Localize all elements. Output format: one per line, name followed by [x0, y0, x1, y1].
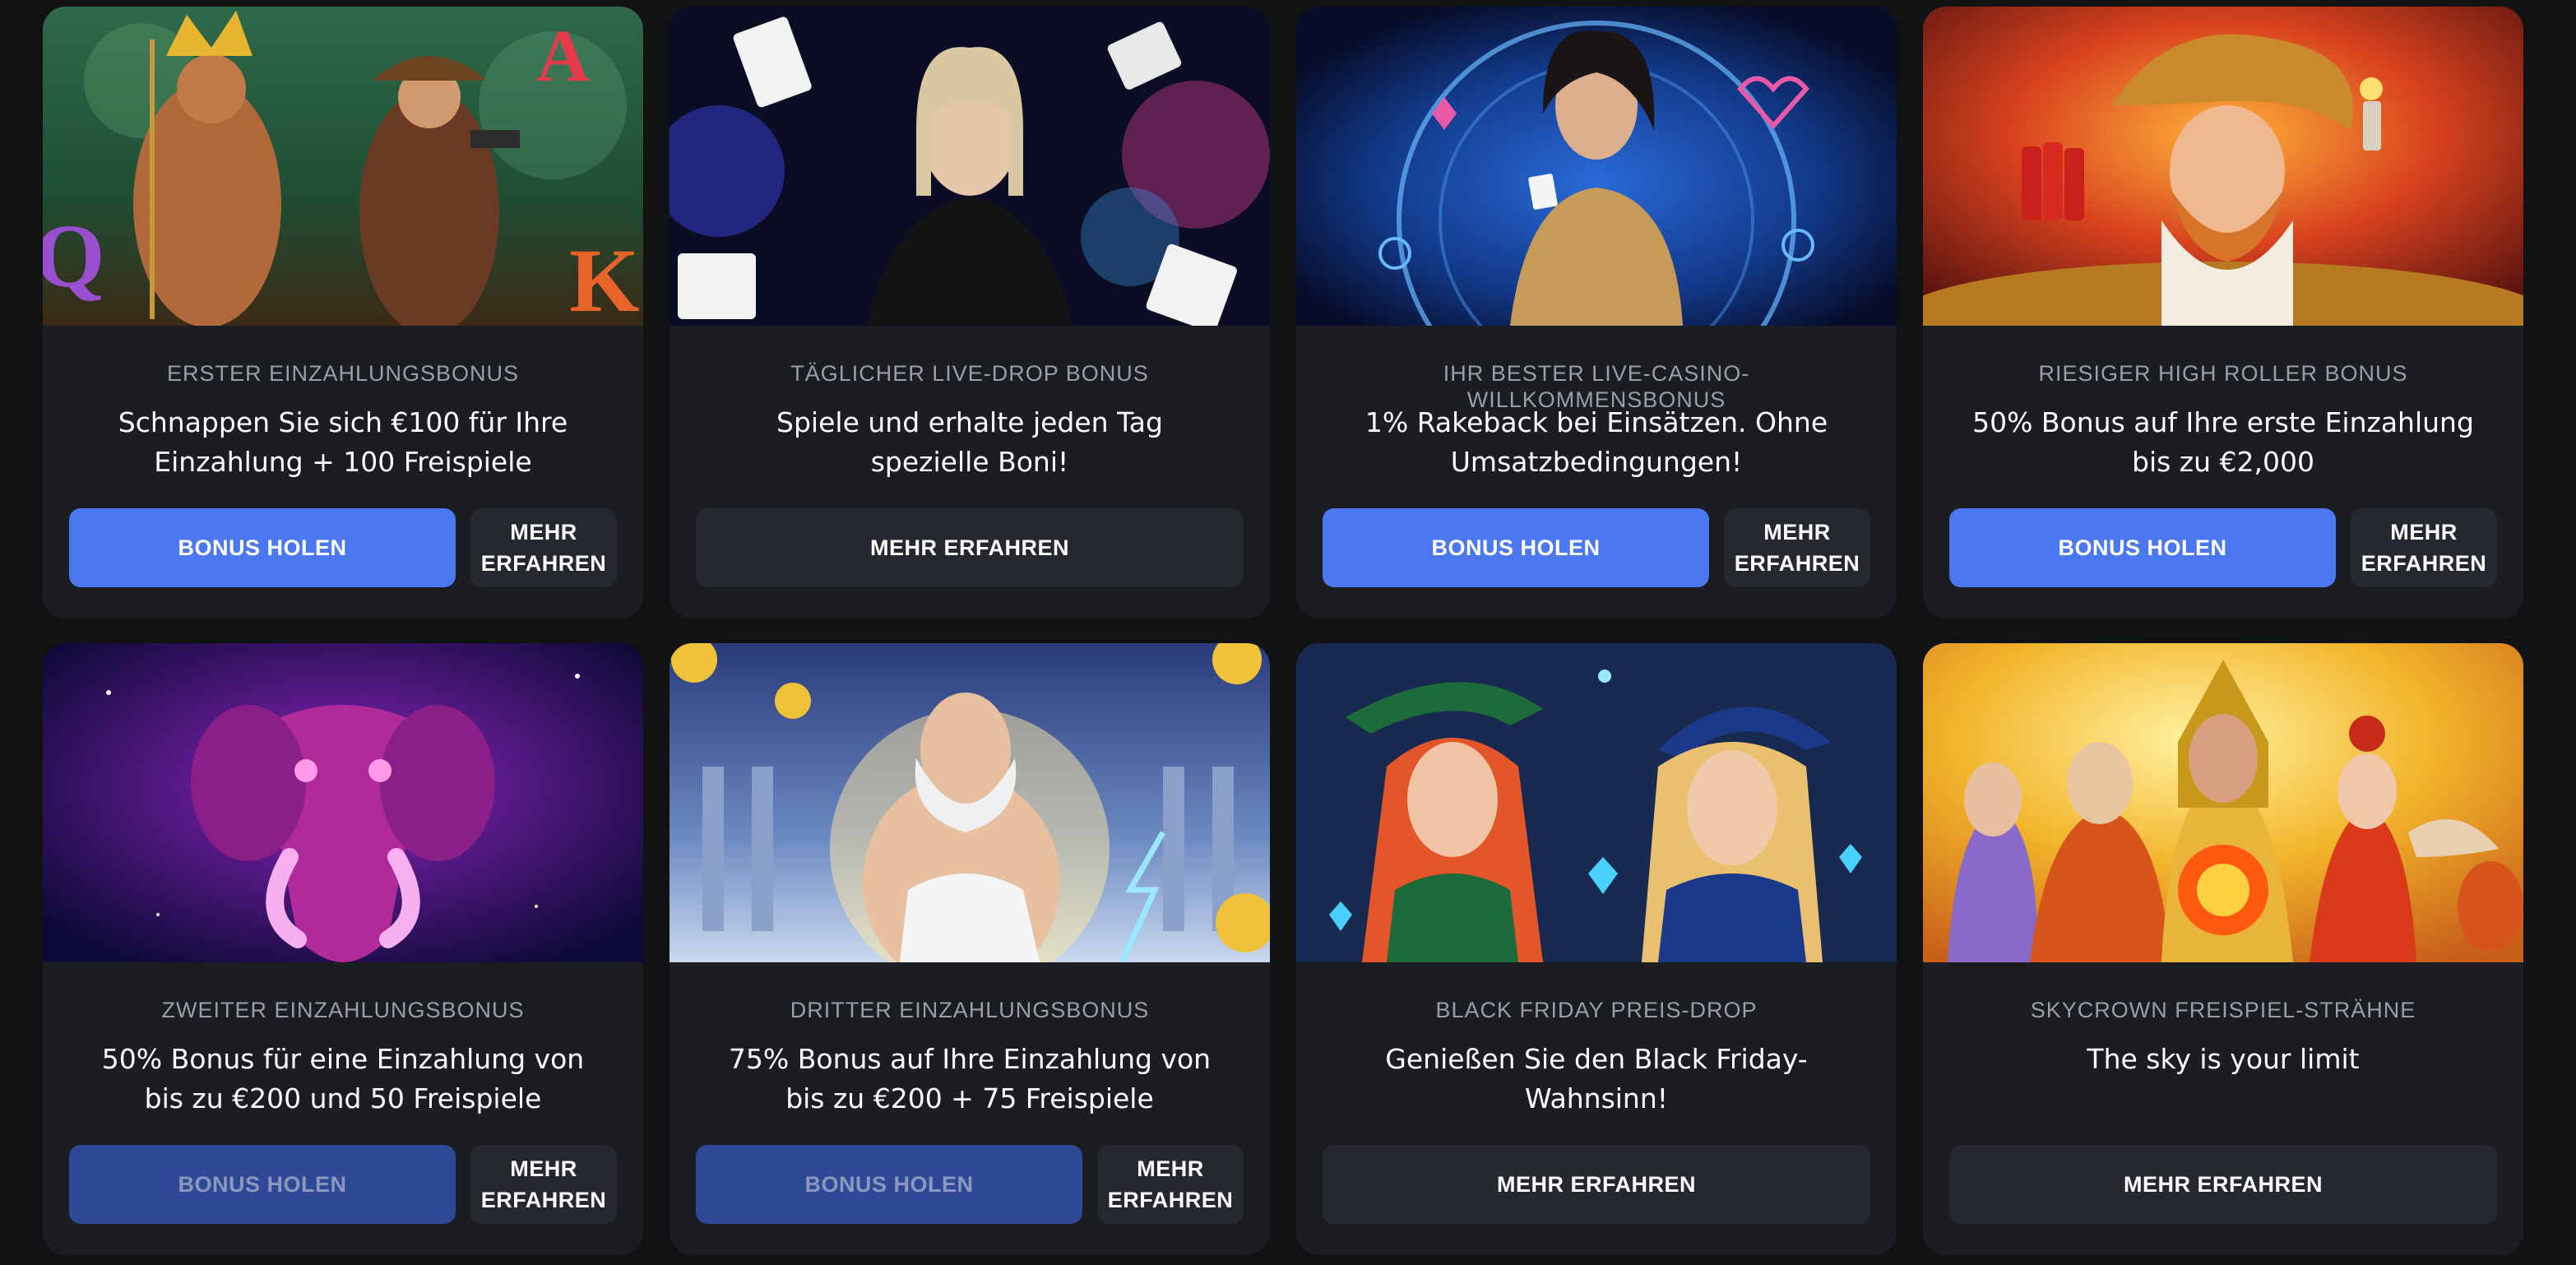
- pink-elephant-art: [43, 643, 643, 962]
- bonus-holen-button[interactable]: BONUS HOLEN: [1949, 508, 2336, 587]
- gold-miner-dynamite-art: [1923, 7, 2523, 326]
- promo-card-first-deposit: A K Q ERSTER EINZAHLUNGSBONUS Schnappen …: [43, 7, 643, 619]
- promo-category: ERSTER EINZAHLUNGSBONUS: [166, 361, 520, 386]
- promo-category: IHR BESTER LIVE-CASINO-WILLKOMMENSBONUS: [1443, 361, 1750, 412]
- promo-category: BLACK FRIDAY PREIS-DROP: [1435, 998, 1758, 1022]
- live-dealer-cards-art: [669, 7, 1270, 326]
- live-casino-hostess-art: [1296, 7, 1897, 326]
- svg-text:A: A: [536, 16, 590, 97]
- bonus-holen-button[interactable]: BONUS HOLEN: [69, 1145, 456, 1224]
- promo-card-daily-live-drop: TÄGLICHER LIVE-DROP BONUS Spiele und erh…: [669, 7, 1270, 619]
- bonus-holen-button[interactable]: BONUS HOLEN: [1323, 508, 1709, 587]
- svg-text:Q: Q: [43, 206, 105, 306]
- mehr-erfahren-button[interactable]: MEHR ERFAHREN: [1724, 508, 1870, 587]
- mehr-erfahren-button[interactable]: MEHR ERFAHREN: [470, 1145, 617, 1224]
- bonus-holen-button[interactable]: BONUS HOLEN: [696, 1145, 1082, 1224]
- promo-title: The sky is your limit: [2087, 1043, 2360, 1075]
- promo-title: 1% Rakeback bei Einsätzen. Ohne Umsatzbe…: [1364, 406, 1828, 478]
- promo-title: 50% Bonus für eine Einzahlung von bis zu…: [101, 1043, 585, 1114]
- mehr-erfahren-button[interactable]: MEHR ERFAHREN: [1949, 1145, 2497, 1224]
- promotions-grid: A K Q ERSTER EINZAHLUNGSBONUS Schnappen …: [43, 7, 2527, 1257]
- promo-category: DRITTER EINZAHLUNGSBONUS: [790, 998, 1150, 1022]
- witches-crystals-art: [1296, 643, 1897, 962]
- promo-card-black-friday: BLACK FRIDAY PREIS-DROP Genießen Sie den…: [1296, 643, 1897, 1255]
- promo-title: Spiele und erhalte jeden Tag spezielle B…: [776, 406, 1163, 478]
- mehr-erfahren-button[interactable]: MEHR ERFAHREN: [1323, 1145, 1870, 1224]
- promo-card-high-roller: RIESIGER HIGH ROLLER BONUS 50% Bonus auf…: [1923, 7, 2523, 619]
- promo-card-live-casino-welcome: IHR BESTER LIVE-CASINO-WILLKOMMENSBONUS …: [1296, 7, 1897, 619]
- mehr-erfahren-button[interactable]: MEHR ERFAHREN: [2351, 508, 2497, 587]
- mehr-erfahren-button[interactable]: MEHR ERFAHREN: [470, 508, 617, 587]
- zeus-olympus-art: [669, 643, 1270, 962]
- promo-title: Schnappen Sie sich €100 für Ihre Einzahl…: [118, 406, 568, 478]
- promo-title: 75% Bonus auf Ihre Einzahlung von bis zu…: [728, 1043, 1212, 1114]
- promo-card-second-deposit: ZWEITER EINZAHLUNGSBONUS 50% Bonus für e…: [43, 643, 643, 1255]
- promo-category: ZWEITER EINZAHLUNGSBONUS: [161, 998, 525, 1022]
- asian-heroes-fireball-art: [1923, 643, 2523, 962]
- bonus-holen-button[interactable]: BONUS HOLEN: [69, 508, 456, 587]
- jungle-adventure-slot-art: A K Q: [43, 7, 643, 326]
- promo-category: SKYCROWN FREISPIEL-STRÄHNE: [2030, 998, 2416, 1022]
- promo-card-freespin-streak: SKYCROWN FREISPIEL-STRÄHNE The sky is yo…: [1923, 643, 2523, 1255]
- promo-category: RIESIGER HIGH ROLLER BONUS: [2038, 361, 2408, 386]
- mehr-erfahren-button[interactable]: MEHR ERFAHREN: [696, 508, 1244, 587]
- promo-title: 50% Bonus auf Ihre erste Einzahlung bis …: [1972, 406, 2474, 478]
- promo-category: TÄGLICHER LIVE-DROP BONUS: [790, 361, 1149, 386]
- mehr-erfahren-button[interactable]: MEHR ERFAHREN: [1097, 1145, 1244, 1224]
- svg-text:K: K: [569, 230, 640, 326]
- promo-card-third-deposit: DRITTER EINZAHLUNGSBONUS 75% Bonus auf I…: [669, 643, 1270, 1255]
- promo-title: Genießen Sie den Black Friday-Wahnsinn!: [1385, 1043, 1808, 1114]
